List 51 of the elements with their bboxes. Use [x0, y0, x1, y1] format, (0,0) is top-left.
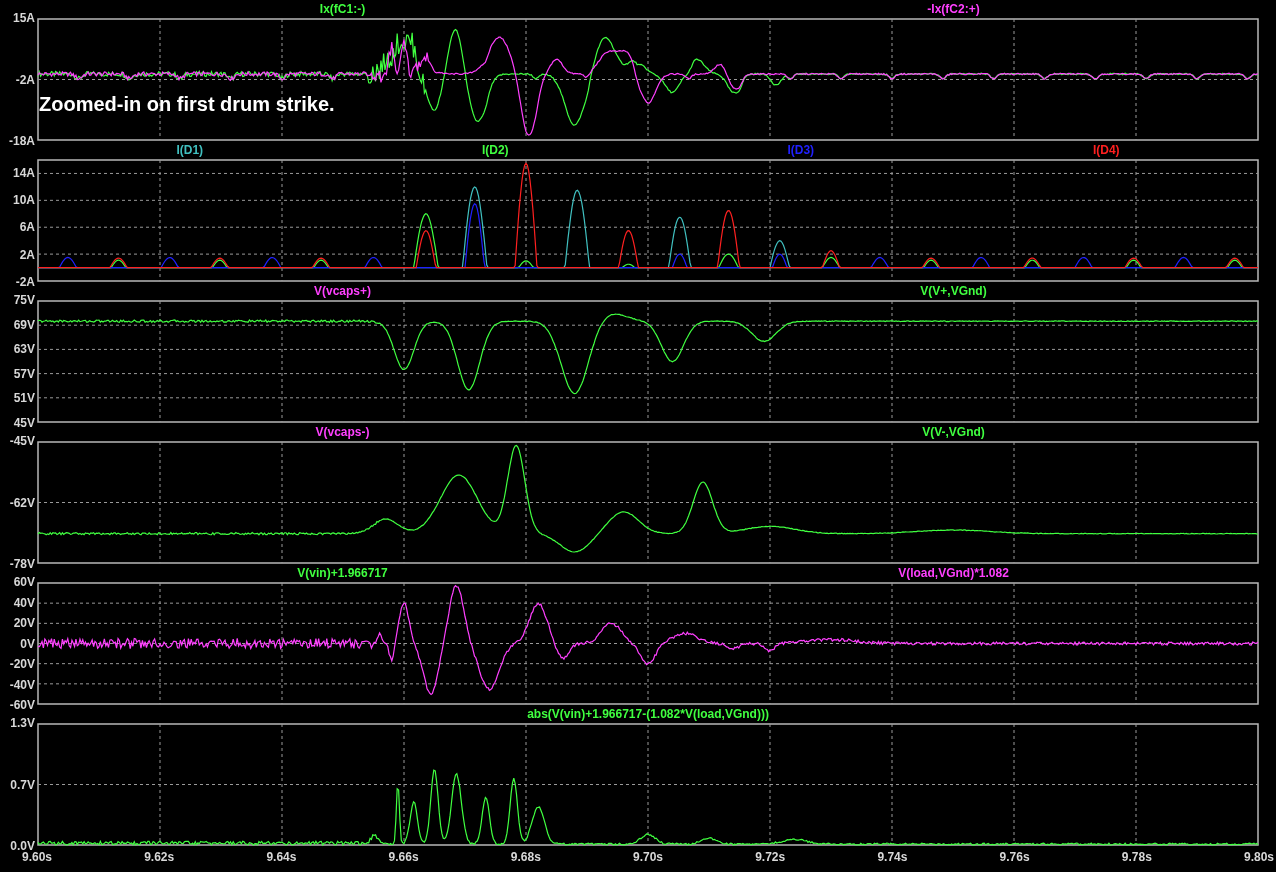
x-axis-label: 9.80s [1244, 850, 1274, 864]
y-axis-label: 2A [19, 248, 35, 262]
y-axis-label: -62V [9, 496, 35, 509]
x-axis-label: 9.76s [999, 850, 1030, 864]
y-axis-label: 15A [13, 11, 35, 25]
y-axis-label: 14A [13, 166, 35, 180]
trace-label[interactable]: V(vcaps+) [314, 284, 371, 298]
trace-label[interactable]: V(vin)+1.966717 [297, 566, 388, 580]
trace-label[interactable]: -Ix(fC2:+) [927, 2, 980, 16]
trace-label[interactable]: I(D4) [1092, 143, 1120, 157]
y-axis-label: 75V [13, 293, 35, 307]
y-axis-label: 0.0V [10, 839, 35, 853]
x-axis-label: 9.74s [877, 850, 908, 864]
x-axis-label: 9.66s [388, 850, 419, 864]
y-axis-label: 60V [13, 575, 35, 589]
y-axis-label: 51V [13, 391, 35, 405]
y-axis-label: 6A [19, 220, 35, 234]
x-axis-label: 9.72s [755, 850, 786, 864]
x-axis-label: 9.68s [510, 850, 541, 864]
y-axis-label: 63V [13, 342, 35, 356]
y-axis-label: 57V [13, 367, 35, 381]
y-axis-label: 20V [13, 616, 35, 630]
y-axis-label: 1.3V [10, 716, 35, 730]
y-axis-label: 0V [20, 637, 35, 650]
trace-label[interactable]: abs(V(vin)+1.966717-(1.082*V(load,VGnd))) [527, 707, 769, 721]
y-axis-label: 69V [13, 318, 35, 332]
y-axis-label: -40V [9, 678, 35, 691]
y-axis-label: 0.7V [10, 778, 35, 791]
trace-label[interactable]: V(load,VGnd)*1.082 [898, 566, 1009, 580]
x-axis-label: 9.70s [633, 850, 663, 864]
y-axis-label: -18A [9, 134, 35, 148]
trace-label[interactable]: V(V+,VGnd) [920, 284, 987, 298]
trace-label[interactable]: Ix(fC1:-) [319, 2, 366, 16]
trace-label[interactable]: V(vcaps-) [315, 425, 370, 439]
x-axis-label: 9.62s [144, 850, 175, 864]
y-axis-label: -60V [9, 698, 35, 712]
y-axis-label: 40V [13, 596, 35, 609]
annotation-text: Zoomed-in on first drum strike. [39, 92, 335, 116]
y-axis-label: 45V [13, 416, 35, 430]
y-axis-label: -45V [9, 434, 35, 448]
x-axis-label: 9.78s [1121, 850, 1152, 864]
trace-label[interactable]: I(D2) [481, 143, 509, 157]
x-axis-label: 9.64s [266, 850, 297, 864]
y-axis-label: -78V [9, 557, 35, 571]
trace-label[interactable]: V(V-,VGnd) [922, 425, 985, 439]
y-axis-label: -2A [15, 73, 35, 86]
trace-label[interactable]: I(D1) [176, 143, 204, 157]
y-axis-label: -2A [15, 275, 35, 289]
x-axis-label: 9.60s [22, 850, 52, 864]
y-axis-label: -20V [9, 657, 35, 671]
y-axis-label: 10A [13, 193, 35, 207]
